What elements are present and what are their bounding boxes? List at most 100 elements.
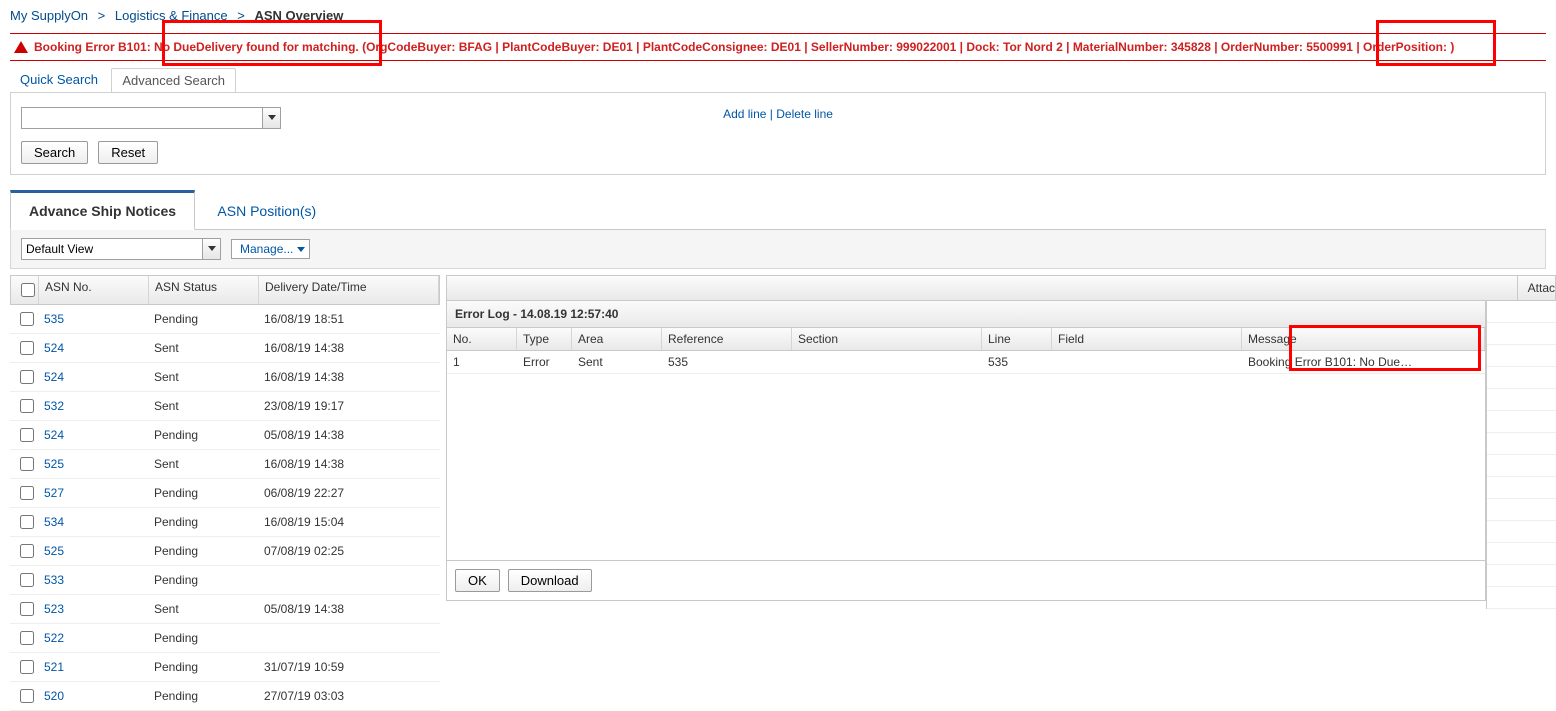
row-checkbox[interactable]	[20, 631, 34, 645]
add-line-link[interactable]: Add line	[723, 107, 766, 121]
row-checkbox[interactable]	[20, 312, 34, 326]
row-checkbox[interactable]	[20, 544, 34, 558]
right-header-strip: Attac	[446, 275, 1556, 301]
table-row[interactable]: 534Pending16/08/19 15:04	[10, 508, 440, 537]
cell-reference: 535	[662, 351, 792, 373]
cell-status: Pending	[148, 511, 258, 533]
tab-quick-search[interactable]: Quick Search	[10, 68, 108, 91]
error-log-body: 1ErrorSent535535Booking Error B101: No D…	[447, 351, 1485, 560]
view-selector[interactable]	[21, 238, 221, 260]
cell-status: Sent	[148, 366, 258, 388]
breadcrumb: My SupplyOn > Logistics & Finance > ASN …	[0, 0, 1556, 31]
table-row[interactable]: 532Sent23/08/19 19:17	[10, 392, 440, 421]
asn-link[interactable]: 522	[44, 631, 64, 645]
breadcrumb-link-home[interactable]: My SupplyOn	[10, 8, 88, 23]
tab-advanced-search[interactable]: Advanced Search	[111, 68, 236, 93]
table-row[interactable]: 535Pending16/08/19 18:51	[10, 305, 440, 334]
table-row[interactable]: 524Sent16/08/19 14:38	[10, 363, 440, 392]
error-log-title: Error Log - 14.08.19 12:57:40	[447, 301, 1485, 328]
col-asn-status[interactable]: ASN Status	[149, 276, 259, 304]
row-checkbox[interactable]	[20, 660, 34, 674]
search-field-combo[interactable]	[21, 107, 281, 129]
col-line[interactable]: Line	[982, 328, 1052, 350]
col-section[interactable]: Section	[792, 328, 982, 350]
delete-line-link[interactable]: Delete line	[776, 107, 833, 121]
row-checkbox[interactable]	[20, 573, 34, 587]
error-log-row[interactable]: 1ErrorSent535535Booking Error B101: No D…	[447, 351, 1485, 374]
table-row[interactable]: 533 Pending	[10, 566, 440, 595]
search-line-actions: Add line | Delete line	[723, 107, 833, 121]
table-row[interactable]: 525Sent16/08/19 14:38	[10, 450, 440, 479]
error-highlight-1: No DueDelivery found for matching.	[154, 40, 359, 54]
asn-link[interactable]: 535	[44, 312, 64, 326]
search-field-input[interactable]	[22, 108, 262, 128]
asn-link[interactable]: 523	[44, 602, 64, 616]
reset-button[interactable]: Reset	[98, 141, 158, 164]
row-checkbox[interactable]	[20, 602, 34, 616]
asn-link[interactable]: 532	[44, 399, 64, 413]
cell-line: 535	[982, 351, 1052, 373]
table-row[interactable]: 525Pending07/08/19 02:25	[10, 537, 440, 566]
table-row[interactable]: 524Pending05/08/19 14:38	[10, 421, 440, 450]
row-checkbox[interactable]	[20, 689, 34, 703]
main-tabs: Advance Ship Notices ASN Position(s)	[10, 189, 1546, 230]
chevron-down-icon[interactable]	[262, 108, 280, 128]
select-all-checkbox[interactable]	[21, 283, 35, 297]
table-row[interactable]: 520Pending27/07/19 03:03	[10, 682, 440, 711]
cell-date	[258, 576, 440, 584]
manage-views-button[interactable]: Manage...	[231, 239, 310, 259]
cell-status: Pending	[148, 569, 258, 591]
table-row[interactable]: 521Pending31/07/19 10:59	[10, 653, 440, 682]
chevron-down-icon[interactable]	[202, 239, 220, 259]
col-message[interactable]: Message	[1242, 328, 1485, 350]
asn-link[interactable]: 520	[44, 689, 64, 703]
cell-date: 23/08/19 19:17	[258, 395, 440, 417]
cell-type: Error	[517, 351, 572, 373]
asn-link[interactable]: 524	[44, 428, 64, 442]
row-checkbox[interactable]	[20, 370, 34, 384]
asn-link[interactable]: 534	[44, 515, 64, 529]
search-button[interactable]: Search	[21, 141, 88, 164]
asn-link[interactable]: 533	[44, 573, 64, 587]
col-attachments[interactable]: Attac	[1517, 276, 1555, 300]
error-log-panel: Error Log - 14.08.19 12:57:40 No. Type A…	[446, 301, 1486, 601]
asn-grid-body: 535Pending16/08/19 18:51524Sent16/08/19 …	[10, 305, 440, 711]
ok-button[interactable]: OK	[455, 569, 500, 592]
tab-asn-positions[interactable]: ASN Position(s)	[198, 192, 335, 230]
row-checkbox[interactable]	[20, 399, 34, 413]
row-checkbox[interactable]	[20, 341, 34, 355]
asn-link[interactable]: 527	[44, 486, 64, 500]
col-delivery-date[interactable]: Delivery Date/Time	[259, 276, 439, 304]
row-checkbox[interactable]	[20, 428, 34, 442]
asn-link[interactable]: 524	[44, 370, 64, 384]
asn-link[interactable]: 524	[44, 341, 64, 355]
cell-date: 16/08/19 14:38	[258, 337, 440, 359]
asn-grid: ASN No. ASN Status Delivery Date/Time 53…	[10, 275, 440, 711]
search-tabs: Quick Search Advanced Search	[10, 67, 1546, 92]
cell-area: Sent	[572, 351, 662, 373]
col-reference[interactable]: Reference	[662, 328, 792, 350]
cell-date: 16/08/19 18:51	[258, 308, 440, 330]
col-no[interactable]: No.	[447, 328, 517, 350]
error-log-header: No. Type Area Reference Section Line Fie…	[447, 328, 1485, 351]
asn-link[interactable]: 525	[44, 544, 64, 558]
col-asn-no[interactable]: ASN No.	[39, 276, 149, 304]
row-checkbox[interactable]	[20, 457, 34, 471]
cell-status: Sent	[148, 453, 258, 475]
row-checkbox[interactable]	[20, 515, 34, 529]
asn-link[interactable]: 525	[44, 457, 64, 471]
download-button[interactable]: Download	[508, 569, 592, 592]
row-checkbox[interactable]	[20, 486, 34, 500]
asn-link[interactable]: 521	[44, 660, 64, 674]
cell-field	[1052, 351, 1242, 373]
col-area[interactable]: Area	[572, 328, 662, 350]
view-selector-input[interactable]	[22, 239, 202, 259]
table-row[interactable]: 524Sent16/08/19 14:38	[10, 334, 440, 363]
table-row[interactable]: 527Pending06/08/19 22:27	[10, 479, 440, 508]
col-type[interactable]: Type	[517, 328, 572, 350]
tab-advance-ship-notices[interactable]: Advance Ship Notices	[10, 190, 195, 230]
cell-status: Pending	[148, 656, 258, 678]
table-row[interactable]: 523Sent05/08/19 14:38	[10, 595, 440, 624]
breadcrumb-link-logistics[interactable]: Logistics & Finance	[115, 8, 228, 23]
col-field[interactable]: Field	[1052, 328, 1242, 350]
